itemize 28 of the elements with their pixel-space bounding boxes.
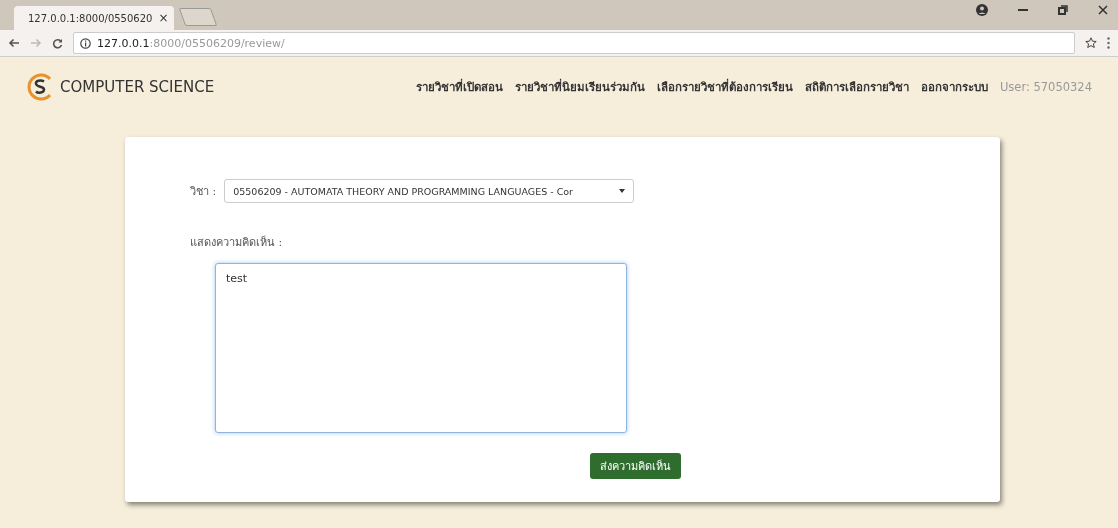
nav-link[interactable]: รายวิชาที่เปิดสอน: [415, 78, 503, 96]
subject-label: วิชา :: [190, 184, 217, 200]
nav-link[interactable]: สถิติการเลือกรายวิชา: [804, 78, 909, 96]
user-id: User: 57050324: [999, 80, 1092, 94]
star-icon[interactable]: [1085, 37, 1097, 49]
comment-label: แสดงความคิดเห็น :: [190, 236, 283, 249]
nav-link[interactable]: เลือกรายวิชาที่ต้องการเรียน: [656, 78, 793, 96]
logo-icon: [26, 73, 54, 101]
profile-icon[interactable]: [976, 4, 988, 16]
url-host: 127.0.0.1: [97, 36, 150, 50]
back-icon[interactable]: [8, 38, 20, 48]
menu-icon[interactable]: [1107, 37, 1110, 49]
close-icon[interactable]: [1098, 5, 1108, 15]
address-bar[interactable]: 127.0.0.1:8000/05506209/review/: [73, 32, 1075, 54]
tab-close-button[interactable]: ×: [158, 11, 169, 25]
comment-field[interactable]: test: [215, 263, 627, 433]
tab-title: 127.0.0.1:8000/0550620: [28, 12, 153, 24]
brand-name: COMPUTER SCIENCE: [60, 78, 215, 96]
nav-link[interactable]: ออกจากระบบ: [920, 78, 988, 96]
caret-icon: [619, 189, 626, 193]
reload-icon[interactable]: [52, 37, 63, 49]
browser-tab[interactable]: 127.0.0.1:8000/0550620 ×: [14, 6, 174, 30]
url-path: :8000/05506209/review/: [149, 36, 285, 50]
info-icon: [80, 37, 91, 49]
subject-select[interactable]: 05506209 - AUTOMATA THEORY AND PROGRAMMING LANGUAGES - Cor: [224, 179, 635, 203]
nav-link[interactable]: รายวิชาที่นิยมเรียนร่วมกัน: [514, 78, 645, 96]
restore-icon[interactable]: [1058, 5, 1068, 15]
submit-button[interactable]: ส่งความคิดเห็น: [590, 453, 681, 479]
